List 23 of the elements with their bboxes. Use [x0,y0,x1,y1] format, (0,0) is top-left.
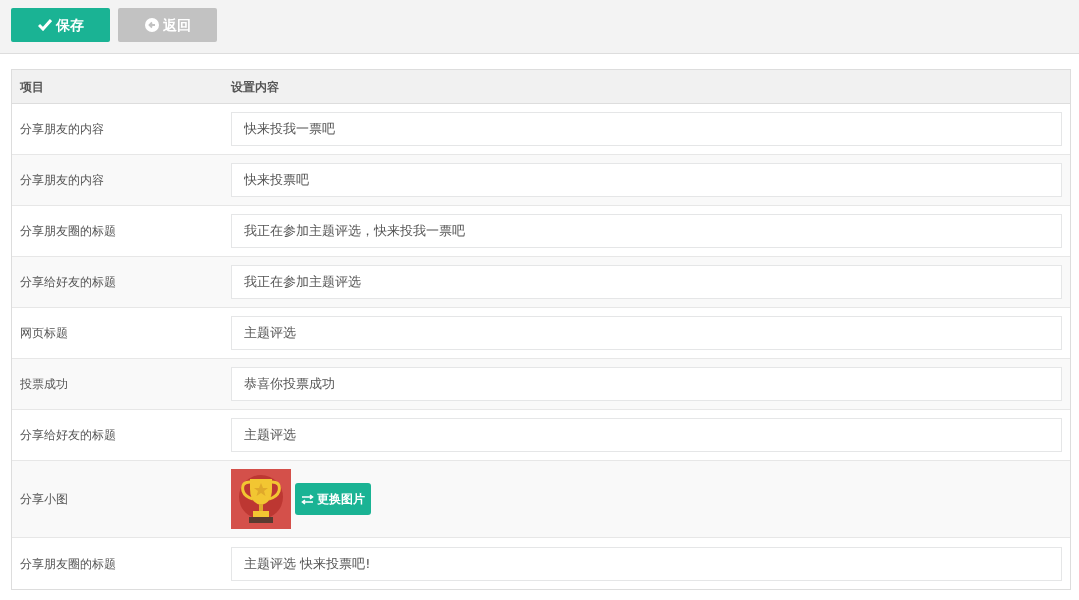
trophy-image-drawing [231,469,291,529]
row-label: 分享给好友的标题 [19,427,117,444]
row-label: 网页标题 [19,325,69,342]
row-label: 分享朋友的内容 [19,121,105,138]
text-input-field[interactable]: 主题评选 [231,418,1062,452]
back-arrow-icon [144,18,159,32]
check-icon [37,19,52,31]
row-label: 分享小图 [19,491,69,508]
text-input-field[interactable]: 快来投票吧 [231,163,1062,197]
text-input-field[interactable]: 我正在参加主题评选 [231,265,1062,299]
row-label: 分享朋友圈的标题 [19,223,117,240]
column-header: 设置内容 [231,78,280,96]
row-label: 投票成功 [19,376,69,393]
row-label: 分享朋友圈的标题 [19,555,117,573]
row-label: 分享朋友的内容 [19,172,105,189]
text-input-field[interactable]: 主题评选 [231,316,1062,350]
text-input-field[interactable]: 主题评选 快来投票吧! [231,546,1062,581]
text-input-field[interactable]: 恭喜你投票成功 [231,367,1062,401]
column-header: 项目 [19,78,45,96]
text-input-field[interactable]: 我正在参加主题评选，快来投我一票吧 [231,214,1062,248]
row-label: 分享给好友的标题 [19,274,117,291]
swap-arrows-icon [301,493,314,505]
text-input-field[interactable]: 快来投我一票吧 [231,112,1062,146]
